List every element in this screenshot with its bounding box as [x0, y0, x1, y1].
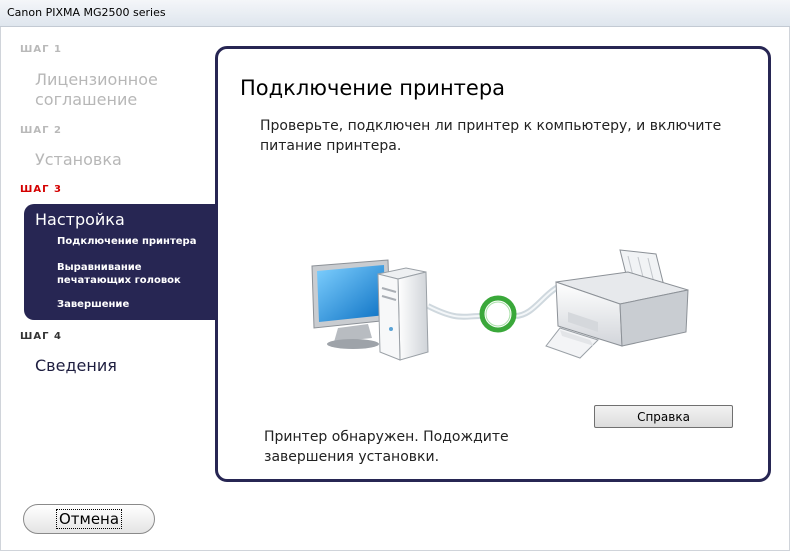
step-3-name: Настройка	[35, 210, 125, 229]
status-text: Принтер обнаружен. Подождите завершения …	[264, 429, 509, 465]
pc-tower-icon	[377, 267, 429, 361]
cancel-button[interactable]: Отмена	[23, 504, 155, 534]
instruction-text: Проверьте, подключен ли принтер к компью…	[260, 118, 722, 154]
step-4-name: Сведения	[35, 356, 117, 375]
page-title: Подключение принтера	[240, 76, 506, 100]
step-3-label: ШАГ 3	[20, 184, 62, 195]
substep-printer-connection: Подключение принтера	[57, 236, 197, 247]
step-2-label: ШАГ 2	[20, 125, 62, 136]
help-button[interactable]: Справка	[594, 405, 733, 428]
cancel-button-label: Отмена	[55, 509, 123, 529]
step-1-name: Лицензионное соглашение	[35, 70, 158, 109]
step-4-label: ШАГ 4	[20, 331, 62, 342]
connection-illustration	[311, 249, 689, 361]
step-1-label: ШАГ 1	[20, 44, 62, 55]
printer-icon	[545, 249, 689, 359]
step-2-name: Установка	[35, 150, 122, 169]
window-title: Canon PIXMA MG2500 series	[7, 6, 166, 19]
substep-finish: Завершение	[57, 299, 130, 310]
connection-ok-icon	[479, 295, 517, 333]
active-step-panel: Настройка Подключение принтера Выравнива…	[24, 204, 224, 320]
substep-head-alignment: Выравнивание печатающих головок	[57, 262, 181, 286]
title-bar[interactable]: Canon PIXMA MG2500 series	[0, 0, 790, 27]
